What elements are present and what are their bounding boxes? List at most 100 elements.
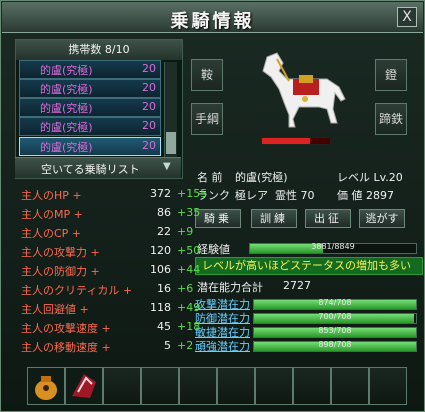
train-button[interactable]: 訓練 xyxy=(251,209,297,228)
mount-level: 20 xyxy=(142,119,156,132)
item-slot-armor[interactable] xyxy=(65,367,103,405)
reins-slot[interactable]: 手綱 xyxy=(191,103,223,135)
stat-label: 主人のHP + xyxy=(21,189,82,202)
title-bar[interactable]: 乗騎情報 X xyxy=(2,2,423,33)
item-slot-pouch[interactable] xyxy=(27,367,65,405)
window-title: 乗騎情報 xyxy=(170,11,255,32)
stat-value: 5 xyxy=(164,339,171,352)
stat-bonus: +2 xyxy=(177,339,194,352)
attack-potential-bar: 874/708 xyxy=(253,298,417,310)
stat-row: 主人の移動速度 + 5 +2 xyxy=(21,339,193,355)
toughness-potential-label: 頑強潜在力 xyxy=(195,340,250,353)
stat-value: 120 xyxy=(150,244,171,257)
sortie-button[interactable]: 出征 xyxy=(305,209,351,228)
stat-label: 主人の防御力 + xyxy=(21,265,100,278)
mount-info-window: 乗騎情報 X 携帯数 8/10 的盧(究極) 20 的盧(究極) 20 的盧(究… xyxy=(0,0,425,412)
mount-list-item-selected[interactable]: 的盧(究極) 20 xyxy=(19,137,161,156)
stat-bonus: +9 xyxy=(177,225,194,238)
potential-total-value: 2727 xyxy=(283,279,311,292)
stat-bonus: +18 xyxy=(177,320,201,333)
stat-bonus: +35 xyxy=(177,206,201,219)
free-list-label: 空いてる乗騎リスト xyxy=(41,163,140,176)
stat-row: 主人のHP + 372 +155 xyxy=(21,187,207,203)
toughness-potential-text: 898/708 xyxy=(318,340,352,349)
defense-potential-text: 700/708 xyxy=(318,312,352,321)
stat-label: 主人のMP + xyxy=(21,208,83,221)
level-notice: レベルが高いほどステータスの増加も多い xyxy=(195,257,423,275)
item-slot-empty[interactable] xyxy=(293,367,331,405)
carry-count: 携帯数 8/10 xyxy=(16,40,182,60)
item-slot-empty[interactable] xyxy=(369,367,407,405)
mount-list-item[interactable]: 的盧(究極) 20 xyxy=(19,60,161,79)
stat-row: 主人のクリティカル + 16 +6 xyxy=(21,282,193,298)
stat-label: 主人の攻撃力 + xyxy=(21,246,100,259)
mount-name: 的盧(究極) xyxy=(40,83,93,96)
mount-name: 的盧(究極) xyxy=(40,121,93,134)
stat-bonus: +6 xyxy=(177,282,194,295)
ride-button[interactable]: 騎乗 xyxy=(195,209,241,228)
stat-label: 主人の攻撃速度 + xyxy=(21,322,111,335)
horseshoe-slot[interactable]: 蹄鉄 xyxy=(375,103,407,135)
mount-health-bar xyxy=(261,137,331,145)
price-value: 価 値 2897 xyxy=(337,189,394,202)
item-slot-empty[interactable] xyxy=(217,367,255,405)
exp-text: 3881/8849 xyxy=(311,242,355,251)
stat-bonus: +49 xyxy=(177,301,201,314)
potential-total-label: 潜在能力合計 xyxy=(197,281,263,294)
exp-bar: 3881/8849 xyxy=(249,242,417,254)
item-slot-empty[interactable] xyxy=(179,367,217,405)
pouch-icon xyxy=(35,376,57,400)
mount-list-item[interactable]: 的盧(究極) 20 xyxy=(19,98,161,117)
name-label: 名 前 xyxy=(197,171,223,184)
stat-value: 372 xyxy=(150,187,171,200)
armor-icon xyxy=(72,374,96,398)
horse-portrait xyxy=(262,52,346,128)
stat-bonus: +44 xyxy=(177,263,201,276)
mount-name: 的盧(究極) xyxy=(40,102,93,115)
stat-row: 主人のCP + 22 +9 xyxy=(21,225,193,241)
mount-level: 20 xyxy=(142,139,156,152)
spirit-value: 霊性 70 xyxy=(275,189,315,202)
stat-value: 16 xyxy=(157,282,171,295)
release-button[interactable]: 逃がす xyxy=(359,209,405,228)
stat-bonus: +155 xyxy=(177,187,208,200)
stat-row: 主人の防御力 + 106 +44 xyxy=(21,263,200,279)
attack-potential-text: 874/708 xyxy=(318,298,352,307)
mount-level: 20 xyxy=(142,62,156,75)
stat-row: 主人のMP + 86 +35 xyxy=(21,206,200,222)
exp-label: 経験値 xyxy=(197,243,230,256)
item-slot-empty[interactable] xyxy=(103,367,141,405)
stat-label: 主人回避値 + xyxy=(21,303,89,316)
item-slot-empty[interactable] xyxy=(141,367,179,405)
close-button[interactable]: X xyxy=(397,7,417,27)
stat-value: 22 xyxy=(157,225,171,238)
mount-name: 的盧(究極) xyxy=(40,141,93,154)
stat-label: 主人のCP + xyxy=(21,227,82,240)
stat-row: 主人回避値 + 118 +49 xyxy=(21,301,200,317)
item-slot-empty[interactable] xyxy=(255,367,293,405)
mount-name: 的盧(究極) xyxy=(40,64,93,77)
defense-potential-bar: 700/708 xyxy=(253,312,417,324)
scrollbar-thumb[interactable] xyxy=(166,132,176,154)
mount-name-value: 的盧(究極) xyxy=(235,171,288,184)
saddle-slot[interactable]: 鞍 xyxy=(191,59,223,91)
stat-row: 主人の攻撃力 + 120 +50 xyxy=(21,244,200,260)
stat-value: 118 xyxy=(150,301,171,314)
level-value: レベル Lv.20 xyxy=(337,171,403,184)
stat-row: 主人の攻撃速度 + 45 +18 xyxy=(21,320,200,336)
mount-level: 20 xyxy=(142,81,156,94)
stat-label: 主人のクリティカル + xyxy=(21,284,133,297)
rank-value: 極レア xyxy=(235,189,268,202)
item-slot-empty[interactable] xyxy=(331,367,369,405)
stat-value: 106 xyxy=(150,263,171,276)
agility-potential-bar: 853/708 xyxy=(253,326,417,338)
free-mount-list-toggle[interactable]: 空いてる乗騎リスト ▼ xyxy=(15,157,181,178)
chevron-down-icon: ▼ xyxy=(163,161,171,172)
stat-value: 45 xyxy=(157,320,171,333)
stat-label: 主人の移動速度 + xyxy=(21,341,111,354)
stirrup-slot[interactable]: 鐙 xyxy=(375,59,407,91)
mount-level: 20 xyxy=(142,100,156,113)
stat-bonus: +50 xyxy=(177,244,201,257)
mount-list-item[interactable]: 的盧(究極) 20 xyxy=(19,117,161,136)
mount-list-item[interactable]: 的盧(究極) 20 xyxy=(19,79,161,98)
